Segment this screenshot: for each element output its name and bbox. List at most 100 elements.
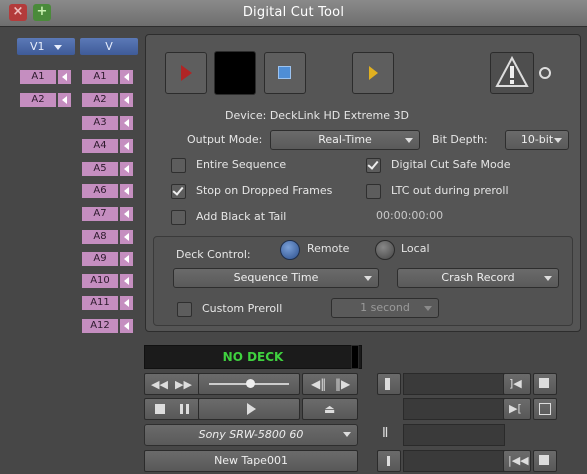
go-to-start-button[interactable]: |◀◀ [503, 450, 531, 472]
play-button[interactable] [352, 52, 394, 94]
output-mode-dropdown[interactable]: Real-Time [270, 130, 420, 150]
source-track-a10[interactable]: A10 [82, 274, 134, 288]
speaker-icon[interactable] [120, 139, 133, 153]
warning-button[interactable] [490, 52, 534, 94]
clear-marks-button[interactable] [533, 450, 557, 472]
speaker-icon[interactable] [58, 70, 71, 84]
source-track-a7[interactable]: A7 [82, 207, 134, 221]
digital-cut-safe-checkbox[interactable] [366, 158, 381, 173]
track-label: A3 [82, 116, 118, 130]
speaker-icon[interactable] [120, 184, 133, 198]
mark-in-icon [385, 378, 390, 390]
mark-in-timecode-field[interactable] [403, 373, 505, 395]
chevron-down-icon [554, 138, 562, 143]
mark-clip-button[interactable] [377, 450, 401, 472]
go-to-out-button[interactable]: ▶[ [503, 398, 531, 420]
duration-field[interactable] [403, 424, 505, 446]
play-icon [247, 403, 256, 415]
local-radio[interactable] [375, 240, 395, 260]
record-mode-dropdown[interactable]: Crash Record [397, 268, 559, 288]
stop-icon [278, 66, 291, 79]
track-label: A10 [82, 274, 118, 288]
source-video-track-button[interactable]: V [80, 38, 138, 55]
clear-in-button[interactable] [533, 373, 557, 395]
step-forward-icon: ‖▶ [335, 377, 351, 391]
go-to-out-icon: ▶[ [509, 402, 522, 415]
track-label: A5 [82, 162, 118, 176]
chevron-down-icon [54, 44, 63, 50]
source-track-a11[interactable]: A11 [82, 296, 134, 310]
source-track-a3[interactable]: A3 [82, 116, 134, 130]
black-timecode-field[interactable]: 00:00:00:00 [376, 209, 443, 222]
mark-out-timecode-field[interactable] [403, 398, 505, 420]
track-label: A2 [20, 93, 56, 107]
record-preview-box [214, 51, 256, 95]
clear-out-button[interactable] [533, 398, 557, 420]
time-mode-dropdown[interactable]: Sequence Time [173, 268, 379, 288]
bit-depth-dropdown[interactable]: 10-bit [505, 130, 569, 150]
custom-preroll-label: Custom Preroll [202, 302, 283, 315]
chevron-down-icon [343, 432, 351, 437]
record-track-a2[interactable]: A2 [20, 93, 72, 107]
go-to-in-icon: ]◀ [509, 377, 522, 390]
mark-in-button[interactable] [377, 373, 401, 395]
source-track-a8[interactable]: A8 [82, 230, 134, 244]
speaker-icon[interactable] [58, 93, 71, 107]
stop-icon [155, 404, 165, 414]
window-title: Digital Cut Tool [242, 5, 345, 20]
deck-model-value: Sony SRW-5800 60 [198, 428, 304, 441]
stop-on-dropped-checkbox[interactable] [171, 184, 186, 199]
slider-thumb[interactable] [246, 379, 255, 388]
play-transport-button[interactable] [198, 398, 300, 420]
speaker-icon[interactable] [120, 93, 133, 107]
record-button[interactable] [165, 52, 207, 94]
chevron-down-icon [364, 276, 372, 281]
ltc-out-checkbox[interactable] [366, 184, 381, 199]
source-track-a5[interactable]: A5 [82, 162, 134, 176]
jog-slider[interactable] [198, 373, 300, 395]
device-label: Device: DeckLink HD Extreme 3D [225, 109, 410, 122]
tape-name-button[interactable]: New Tape001 [144, 450, 358, 472]
source-track-a9[interactable]: A9 [82, 252, 134, 266]
source-track-a4[interactable]: A4 [82, 139, 134, 153]
speaker-icon[interactable] [120, 70, 133, 84]
eject-button[interactable]: ⏏ [302, 398, 358, 420]
preroll-dropdown[interactable]: 1 second [331, 298, 439, 318]
remote-radio[interactable] [280, 240, 300, 260]
speaker-icon[interactable] [120, 296, 133, 310]
record-video-track-button[interactable]: V1 [17, 38, 75, 55]
stop-on-dropped-label: Stop on Dropped Frames [196, 184, 333, 197]
track-label: A6 [82, 184, 118, 198]
speaker-icon[interactable] [120, 207, 133, 221]
stop-pause-buttons[interactable] [144, 398, 200, 420]
source-track-a2[interactable]: A2 [82, 93, 134, 107]
track-label: A2 [82, 93, 118, 107]
position-timecode-field[interactable] [403, 450, 505, 472]
speaker-icon[interactable] [120, 274, 133, 288]
track-label: A8 [82, 230, 118, 244]
source-track-a1[interactable]: A1 [82, 70, 134, 84]
source-track-a6[interactable]: A6 [82, 184, 134, 198]
play-icon [369, 66, 378, 80]
speaker-icon[interactable] [120, 116, 133, 130]
entire-sequence-checkbox[interactable] [171, 158, 186, 173]
speaker-icon[interactable] [120, 252, 133, 266]
source-track-a12[interactable]: A12 [82, 319, 134, 333]
record-track-a1[interactable]: A1 [20, 70, 72, 84]
step-buttons[interactable]: ◀‖ ‖▶ [302, 373, 358, 395]
custom-preroll-checkbox[interactable] [177, 302, 192, 317]
rewind-icon: ◀◀ [151, 378, 168, 391]
speaker-icon[interactable] [120, 230, 133, 244]
deck-status-indicator [351, 345, 359, 369]
deck-model-dropdown[interactable]: Sony SRW-5800 60 [144, 424, 358, 446]
status-dot-icon [539, 67, 551, 79]
stop-button[interactable] [264, 52, 306, 94]
speaker-icon[interactable] [120, 162, 133, 176]
record-video-track-label: V1 [29, 40, 45, 53]
ltc-out-label: LTC out during preroll [391, 184, 509, 197]
shuttle-rewind-ff-button[interactable]: ◀◀ ▶▶ [144, 373, 200, 395]
add-black-checkbox[interactable] [171, 210, 186, 225]
speaker-icon[interactable] [120, 319, 133, 333]
pause-icon [180, 404, 189, 414]
go-to-in-button[interactable]: ]◀ [503, 373, 531, 395]
